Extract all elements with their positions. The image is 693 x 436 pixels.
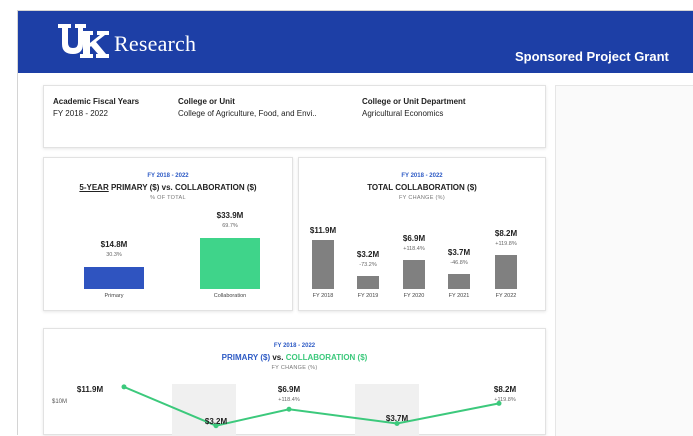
bar-pct-label: +119.8% xyxy=(495,241,517,248)
filter-value: College of Agriculture, Food, and Envi.. xyxy=(178,109,317,118)
line-point[interactable] xyxy=(286,406,292,412)
point-value-label: $3.2M xyxy=(204,416,228,426)
filter-label: College or Unit xyxy=(178,97,235,106)
panel-title-emphasis: 5-YEAR xyxy=(79,183,109,192)
filter-card: Academic Fiscal Years FY 2018 - 2022 Col… xyxy=(43,85,546,148)
category-label: Primary xyxy=(104,293,124,299)
point-value-label: $11.9M xyxy=(76,385,104,394)
right-side-panel xyxy=(555,85,693,436)
bar-pct-label: -73.2% xyxy=(359,261,377,268)
category-label: FY 2022 xyxy=(495,293,517,299)
bar-value-label: $33.9M xyxy=(216,211,244,221)
filter-label: College or Unit Department xyxy=(362,97,466,106)
point-value-label: $8.2M xyxy=(493,385,517,394)
category-label: FY 2020 xyxy=(403,293,425,299)
panel-year-range: FY 2018 - 2022 xyxy=(401,173,443,179)
trend-panel: FY 2018 - 2022 PRIMARY ($) vs. COLLABORA… xyxy=(43,328,546,436)
line-point[interactable] xyxy=(121,384,127,390)
panel-title: 5-YEAR PRIMARY ($) vs. COLLABORATION ($) xyxy=(44,183,292,192)
bar-value-label: $11.9M xyxy=(309,225,337,235)
brand-wordmark: Research xyxy=(114,31,197,56)
filter-college-unit[interactable]: College or Unit College of Agriculture, … xyxy=(178,96,317,120)
bar-value-label: $3.7M xyxy=(447,247,471,257)
category-label: FY 2021 xyxy=(448,293,470,299)
filter-value: Agricultural Economics xyxy=(362,109,444,118)
bar-value-label: $14.8M xyxy=(100,239,128,249)
bar-pct-label: 30.3% xyxy=(106,251,122,258)
point-value-label: $3.7M xyxy=(385,414,409,424)
category-label: Collaboration xyxy=(213,293,247,299)
panel-subtitle: FY CHANGE (%) xyxy=(399,195,445,201)
panel-subtitle: % OF TOTAL xyxy=(150,195,186,201)
bar-collaboration xyxy=(200,238,260,289)
category-label: FY 2019 xyxy=(357,293,379,299)
point-pct-label: +118.4% xyxy=(278,397,300,403)
bar-value-label: $3.2M xyxy=(356,249,380,259)
bar-fy xyxy=(495,255,517,289)
bar-fy xyxy=(448,273,470,289)
page-title: Sponsored Project Grant xyxy=(515,49,669,64)
total-collab-panel: FY 2018 - 2022 TOTAL COLLABORATION ($) F… xyxy=(298,157,546,311)
bar-pct-label: 69.7% xyxy=(222,223,238,230)
filter-value: FY 2018 - 2022 xyxy=(53,109,109,118)
uk-logo-icon xyxy=(58,24,109,58)
bar-fy xyxy=(312,239,334,289)
point-pct-label: +119.8% xyxy=(494,397,516,403)
year-band xyxy=(172,384,236,436)
filter-label: Academic Fiscal Years xyxy=(53,97,140,106)
bar-pct-label: -46.8% xyxy=(450,259,468,266)
point-value-label: $6.9M xyxy=(277,385,301,394)
panel-title-rest: PRIMARY ($) vs. COLLABORATION ($) xyxy=(108,183,257,192)
primary-vs-collab-panel: FY 2018 - 2022 5-YEAR PRIMARY ($) vs. CO… xyxy=(43,157,293,311)
bar-value-label: $8.2M xyxy=(494,229,518,239)
filter-department[interactable]: College or Unit Department Agricultural … xyxy=(362,96,466,120)
panel-title: TOTAL COLLABORATION ($) xyxy=(367,183,477,192)
category-label: FY 2018 xyxy=(312,293,334,299)
bar-value-label: $6.9M xyxy=(402,234,426,244)
filter-fiscal-years[interactable]: Academic Fiscal Years FY 2018 - 2022 xyxy=(53,96,139,120)
bar-pct-label: +118.4% xyxy=(403,246,425,253)
header-banner: Research Sponsored Project Grant xyxy=(18,11,693,73)
bar-fy xyxy=(357,275,379,289)
year-band xyxy=(355,384,419,436)
bar-fy xyxy=(403,260,425,289)
bar-primary xyxy=(84,266,144,289)
panel-year-range: FY 2018 - 2022 xyxy=(147,173,189,179)
trend-line-chart xyxy=(121,384,502,436)
